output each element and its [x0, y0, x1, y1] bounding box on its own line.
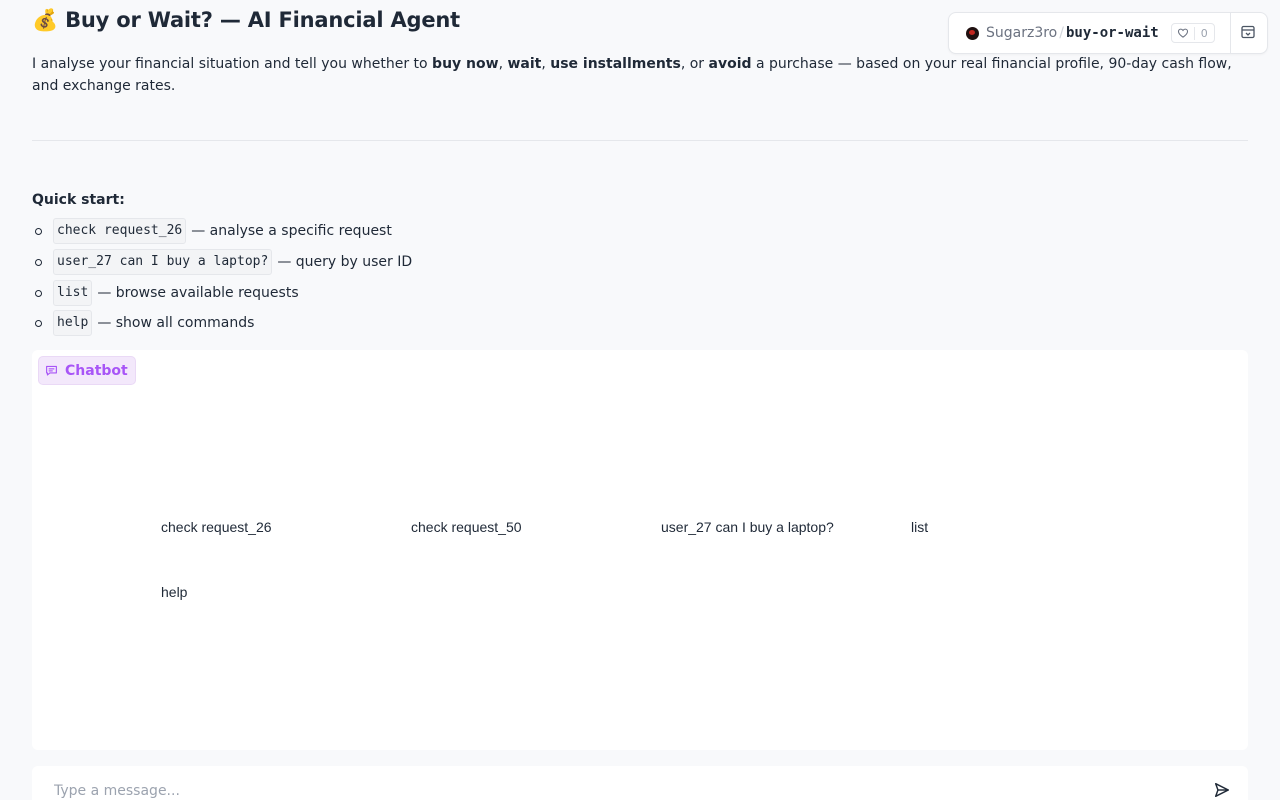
list-item: help — show all commands	[32, 308, 412, 339]
command-code: user_27 can I buy a laptop?	[53, 249, 273, 276]
page-title: 💰 Buy or Wait? — AI Financial Agent	[32, 8, 460, 33]
example-list-button[interactable]: list	[911, 519, 928, 535]
avatar[interactable]	[966, 26, 979, 40]
intro-text: I analyse your financial situation and t…	[32, 56, 433, 72]
send-button[interactable]	[1212, 781, 1232, 800]
command-code: help	[53, 310, 93, 337]
intro-text: , or	[680, 56, 709, 72]
chatbot-label-text: Chatbot	[65, 362, 128, 379]
quick-start-heading: Quick start:	[32, 192, 125, 208]
send-icon	[1214, 782, 1230, 798]
command-description: — show all commands	[97, 315, 255, 332]
collapse-icon	[1241, 25, 1255, 39]
command-code: check request_26	[53, 218, 187, 245]
money-bag-icon: 💰	[32, 8, 58, 32]
command-description: — browse available requests	[97, 284, 299, 301]
message-input[interactable]	[54, 779, 1194, 800]
space-owner-link[interactable]: Sugarz3ro	[986, 25, 1057, 41]
command-description: — query by user ID	[277, 254, 413, 271]
quick-start-list: check request_26— analyse a specific req…	[32, 216, 412, 339]
chat-bubble-icon	[46, 365, 57, 376]
like-button[interactable]: 0	[1170, 23, 1215, 43]
intro-option-wait: wait	[507, 56, 542, 72]
example-help-button[interactable]: help	[161, 584, 187, 600]
intro-option-avoid: avoid	[708, 56, 752, 72]
divider	[32, 140, 1248, 141]
command-code: list	[53, 279, 93, 306]
collapse-button[interactable]	[1239, 24, 1257, 42]
list-item: check request_26— analyse a specific req…	[32, 216, 412, 247]
intro-option-installments: use installments	[550, 56, 681, 72]
chatbot-label: Chatbot	[38, 356, 136, 385]
intro-text: ,	[541, 56, 551, 72]
heart-icon	[1172, 27, 1194, 39]
list-item: user_27 can I buy a laptop? — query by us…	[32, 247, 412, 278]
list-item: list — browse available requests	[32, 277, 412, 308]
like-count: 0	[1193, 26, 1214, 40]
intro-option-buy-now: buy now	[432, 56, 499, 72]
space-badge: Sugarz3ro / buy-or-wait 0	[948, 12, 1268, 54]
chatbot-panel: Chatbot check request_26 check request_5…	[32, 350, 1248, 750]
command-description: — analyse a specific request	[191, 223, 392, 240]
path-separator: /	[1059, 25, 1064, 41]
page-title-text: Buy or Wait? — AI Financial Agent	[65, 8, 460, 32]
example-check-request-26-button[interactable]: check request_26	[161, 519, 272, 535]
message-composer	[32, 766, 1248, 800]
space-repo-link[interactable]: buy-or-wait	[1066, 25, 1159, 41]
divider	[1230, 13, 1231, 53]
example-check-request-50-button[interactable]: check request_50	[411, 519, 522, 535]
example-user-27-laptop-button[interactable]: user_27 can I buy a laptop?	[661, 519, 834, 535]
intro-paragraph: I analyse your financial situation and t…	[32, 53, 1248, 97]
